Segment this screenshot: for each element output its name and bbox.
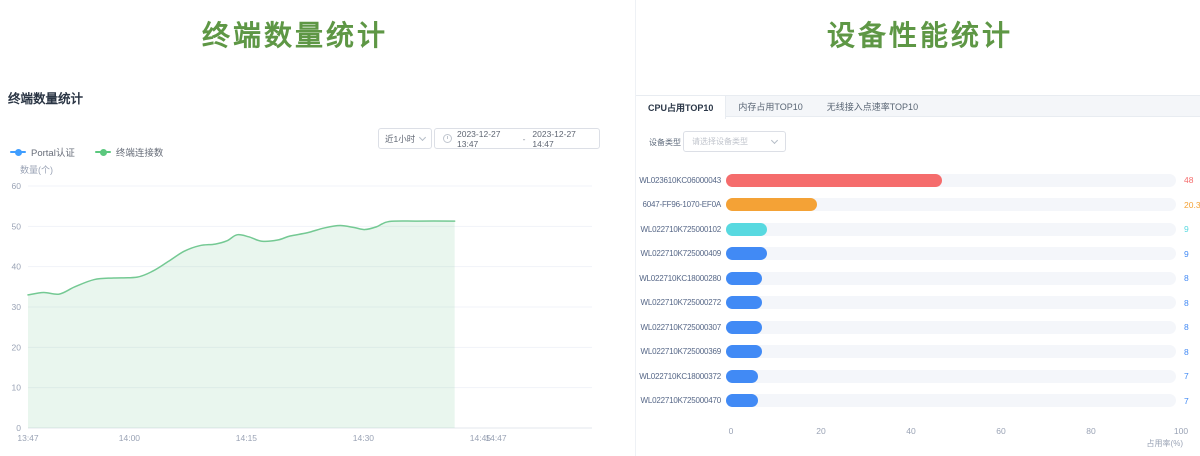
bar-track [726, 247, 1176, 260]
svg-text:50: 50 [12, 221, 22, 231]
x-axis-tick: 100 [1174, 426, 1188, 436]
bar[interactable] [726, 198, 817, 211]
bar-track [726, 345, 1176, 358]
svg-text:60: 60 [12, 181, 22, 191]
bar[interactable] [726, 296, 762, 309]
dashboard: 终端数量统计 终端数量统计 近1小时 2023-12-27 13:47 - 20… [0, 0, 1200, 456]
bar-category-label: WL022710K725000272 [636, 298, 726, 307]
bar-value-label: 48 [1184, 175, 1193, 185]
device-type-select[interactable]: 请选择设备类型 [683, 131, 786, 152]
bar-category-label: WL023610KC06000043 [636, 176, 726, 185]
x-axis-tick: 60 [996, 426, 1005, 436]
bar-track [726, 198, 1176, 211]
bar-track [726, 223, 1176, 236]
tab-active[interactable]: CPU占用TOP10 [636, 96, 726, 119]
x-axis-tick: 0 [729, 426, 734, 436]
svg-text:20: 20 [12, 342, 22, 352]
bar-row: WL022710K725000470 7 [636, 389, 1200, 414]
device-performance-panel: CPU占用TOP10内存占用TOP10无线接入点速率TOP10 设备类型 请选择… [635, 0, 1200, 456]
tab-item[interactable]: 无线接入点速率TOP10 [815, 96, 930, 116]
svg-text:14:30: 14:30 [353, 433, 375, 443]
chevron-down-icon [771, 137, 778, 144]
svg-text:10: 10 [12, 383, 22, 393]
bar[interactable] [726, 345, 762, 358]
bar-category-label: WL022710K725000470 [636, 396, 726, 405]
svg-text:14:47: 14:47 [485, 433, 507, 443]
bar-row: WL022710KC18000280 8 [636, 266, 1200, 291]
bar[interactable] [726, 247, 767, 260]
x-axis-tick: 80 [1086, 426, 1095, 436]
svg-text:14:15: 14:15 [236, 433, 258, 443]
bar-category-label: WL022710K725000369 [636, 347, 726, 356]
bar-value-label: 8 [1184, 347, 1189, 357]
bar-track [726, 394, 1176, 407]
bar[interactable] [726, 394, 758, 407]
bar-track [726, 272, 1176, 285]
bar-row: WL022710K725000409 9 [636, 242, 1200, 267]
bar-category-label: 6047-FF96-1070-EF0A [636, 200, 726, 209]
svg-text:40: 40 [12, 262, 22, 272]
bar-value-label: 20.3 [1184, 200, 1200, 210]
bar[interactable] [726, 370, 758, 383]
bar-value-label: 8 [1184, 273, 1189, 283]
bar-row: WL022710K725000307 8 [636, 315, 1200, 340]
bar-category-label: WL022710K725000409 [636, 249, 726, 258]
bar-row: WL022710K725000102 9 [636, 217, 1200, 242]
bar-x-axis-title: 占用率(%) [731, 438, 1183, 449]
x-axis-tick: 40 [906, 426, 915, 436]
bar[interactable] [726, 174, 942, 187]
device-type-label: 设备类型 [649, 137, 681, 148]
bar-row: WL022710K725000369 8 [636, 340, 1200, 365]
bar-value-label: 7 [1184, 396, 1189, 406]
bar-value-label: 9 [1184, 224, 1189, 234]
bar[interactable] [726, 321, 762, 334]
bar-track [726, 174, 1176, 187]
bar-row: WL022710KC18000372 7 [636, 364, 1200, 389]
line-chart: 010203040506013:4714:0014:1514:3014:4514… [0, 0, 620, 456]
bar[interactable] [726, 272, 762, 285]
terminal-count-panel: 终端数量统计 近1小时 2023-12-27 13:47 - 2023-12-2… [0, 0, 620, 456]
device-type-placeholder: 请选择设备类型 [692, 136, 748, 147]
x-axis-tick: 20 [816, 426, 825, 436]
bar-value-label: 7 [1184, 371, 1189, 381]
svg-text:0: 0 [16, 423, 21, 433]
tab-strip: CPU占用TOP10内存占用TOP10无线接入点速率TOP10 [636, 95, 1200, 117]
svg-text:30: 30 [12, 302, 22, 312]
bar-chart: WL023610KC06000043 48 6047-FF96-1070-EF0A 2… [636, 168, 1200, 413]
svg-text:13:47: 13:47 [17, 433, 39, 443]
bar-category-label: WL022710K725000307 [636, 323, 726, 332]
svg-text:14:00: 14:00 [119, 433, 141, 443]
tab-item[interactable]: 内存占用TOP10 [726, 96, 814, 116]
bar-category-label: WL022710KC18000280 [636, 274, 726, 283]
bar-row: WL022710K725000272 8 [636, 291, 1200, 316]
bar[interactable] [726, 223, 767, 236]
bar-row: 6047-FF96-1070-EF0A 20.3 [636, 193, 1200, 218]
bar-value-label: 9 [1184, 249, 1189, 259]
bar-category-label: WL022710K725000102 [636, 225, 726, 234]
bar-chart-x-axis: 020406080100 [731, 426, 1181, 438]
bar-category-label: WL022710KC18000372 [636, 372, 726, 381]
bar-row: WL023610KC06000043 48 [636, 168, 1200, 193]
bar-value-label: 8 [1184, 322, 1189, 332]
bar-value-label: 8 [1184, 298, 1189, 308]
bar-track [726, 296, 1176, 309]
bar-track [726, 370, 1176, 383]
bar-track [726, 321, 1176, 334]
